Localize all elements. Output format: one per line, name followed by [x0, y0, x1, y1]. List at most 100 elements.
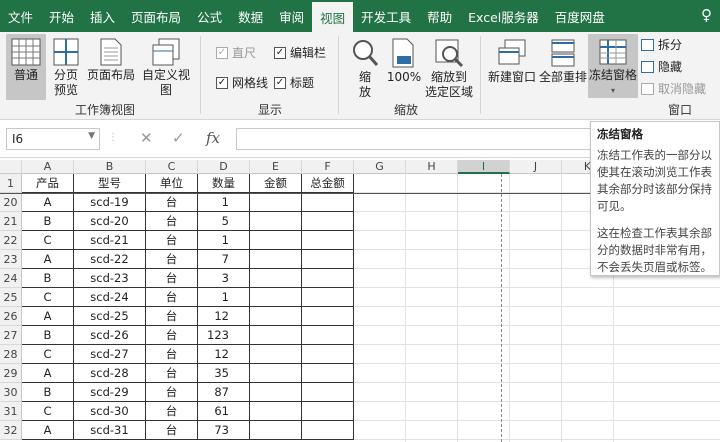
row-header[interactable]: 20 — [0, 193, 22, 212]
table-cell[interactable]: 台 — [146, 402, 198, 421]
split-button[interactable]: 拆分 — [641, 36, 682, 53]
table-cell[interactable]: 3 — [198, 269, 250, 288]
table-cell[interactable]: 台 — [146, 250, 198, 269]
table-cell[interactable]: 产品 — [22, 174, 74, 193]
table-cell[interactable]: scd-28 — [74, 364, 146, 383]
tab-3[interactable]: 页面布局 — [123, 0, 189, 32]
table-cell[interactable]: 台 — [146, 364, 198, 383]
table-cell[interactable]: scd-24 — [74, 288, 146, 307]
table-cell[interactable]: C — [22, 345, 74, 364]
table-cell[interactable] — [250, 421, 302, 440]
table-cell[interactable] — [250, 364, 302, 383]
tab-8[interactable]: 开发工具 — [353, 0, 419, 32]
select-all-corner[interactable] — [0, 160, 22, 174]
enter-icon[interactable]: ✓ — [172, 129, 185, 147]
table-cell[interactable]: B — [22, 383, 74, 402]
table-cell[interactable]: scd-30 — [74, 402, 146, 421]
table-cell[interactable] — [250, 288, 302, 307]
table-cell[interactable]: 台 — [146, 212, 198, 231]
tab-6[interactable]: 审阅 — [271, 0, 312, 32]
page-break-preview-button[interactable]: 分页 预览 — [48, 34, 84, 98]
cancel-icon[interactable]: ✕ — [140, 129, 153, 147]
column-header[interactable]: E — [250, 160, 302, 174]
tab-5[interactable]: 数据 — [230, 0, 271, 32]
table-cell[interactable]: A — [22, 364, 74, 383]
arrange-all-button[interactable]: 全部重排 — [538, 34, 588, 85]
table-cell[interactable]: 5 — [198, 212, 250, 231]
column-header[interactable]: A — [22, 160, 74, 174]
table-cell[interactable] — [250, 345, 302, 364]
column-header[interactable]: F — [302, 160, 354, 174]
table-cell[interactable]: B — [22, 269, 74, 288]
table-cell[interactable]: scd-22 — [74, 250, 146, 269]
table-cell[interactable]: scd-19 — [74, 193, 146, 212]
hide-button[interactable]: 隐藏 — [641, 58, 682, 75]
row-header[interactable]: 28 — [0, 345, 22, 364]
table-cell[interactable] — [250, 307, 302, 326]
table-cell[interactable]: C — [22, 231, 74, 250]
table-cell[interactable] — [250, 231, 302, 250]
headings-checkbox[interactable]: ✓ 标题 — [274, 74, 314, 91]
table-cell[interactable]: 台 — [146, 269, 198, 288]
tab-10[interactable]: Excel服务器 — [460, 0, 547, 32]
table-cell[interactable] — [302, 288, 354, 307]
row-header[interactable]: 1 — [0, 174, 22, 193]
column-header[interactable]: I — [458, 160, 510, 174]
lightbulb-icon[interactable]: ♀ — [701, 6, 712, 24]
tab-0[interactable]: 文件 — [0, 0, 41, 32]
table-cell[interactable] — [250, 383, 302, 402]
table-cell[interactable]: A — [22, 193, 74, 212]
table-cell[interactable]: 1 — [198, 288, 250, 307]
table-cell[interactable]: 台 — [146, 345, 198, 364]
zoom-to-selection-button[interactable]: 缩放到 选定区域 — [424, 34, 474, 100]
table-cell[interactable]: 台 — [146, 307, 198, 326]
table-cell[interactable]: 12 — [198, 345, 250, 364]
table-cell[interactable]: 数量 — [198, 174, 250, 193]
table-cell[interactable]: 台 — [146, 383, 198, 402]
freeze-panes-button[interactable]: 冻结窗格 ▾ — [588, 34, 638, 98]
table-cell[interactable]: A — [22, 421, 74, 440]
row-header[interactable]: 24 — [0, 269, 22, 288]
row-header[interactable]: 32 — [0, 421, 22, 440]
tab-7[interactable]: 视图 — [312, 2, 354, 32]
row-header[interactable]: 30 — [0, 383, 22, 402]
table-cell[interactable] — [250, 326, 302, 345]
table-cell[interactable]: 123 — [198, 326, 250, 345]
custom-views-button[interactable]: 自定义视图 — [138, 34, 194, 98]
table-cell[interactable] — [302, 269, 354, 288]
tab-9[interactable]: 帮助 — [419, 0, 460, 32]
table-cell[interactable]: 台 — [146, 288, 198, 307]
table-cell[interactable]: 单位 — [146, 174, 198, 193]
row-header[interactable]: 26 — [0, 307, 22, 326]
table-cell[interactable] — [302, 231, 354, 250]
table-cell[interactable] — [302, 307, 354, 326]
table-cell[interactable]: 35 — [198, 364, 250, 383]
zoom-100-button[interactable]: 100% — [384, 34, 424, 85]
table-cell[interactable]: 总金额 — [302, 174, 354, 193]
table-cell[interactable]: 台 — [146, 231, 198, 250]
table-cell[interactable] — [302, 345, 354, 364]
table-cell[interactable]: 1 — [198, 231, 250, 250]
tab-1[interactable]: 开始 — [41, 0, 82, 32]
row-header[interactable]: 23 — [0, 250, 22, 269]
page-layout-button[interactable]: 页面布局 — [86, 34, 136, 83]
normal-view-button[interactable]: 普通 — [6, 34, 46, 100]
table-cell[interactable]: 金额 — [250, 174, 302, 193]
table-cell[interactable]: 12 — [198, 307, 250, 326]
table-cell[interactable]: 型号 — [74, 174, 146, 193]
formula-bar-checkbox[interactable]: ✓ 编辑栏 — [274, 44, 326, 61]
table-cell[interactable]: B — [22, 326, 74, 345]
table-cell[interactable] — [250, 250, 302, 269]
table-cell[interactable]: 台 — [146, 193, 198, 212]
name-box[interactable]: I6 ▼ — [6, 128, 100, 150]
table-cell[interactable]: scd-21 — [74, 231, 146, 250]
row-header[interactable]: 21 — [0, 212, 22, 231]
table-cell[interactable] — [250, 193, 302, 212]
column-header[interactable]: J — [510, 160, 562, 174]
table-cell[interactable]: C — [22, 402, 74, 421]
table-cell[interactable] — [302, 364, 354, 383]
tab-2[interactable]: 插入 — [82, 0, 123, 32]
column-header[interactable]: H — [406, 160, 458, 174]
row-header[interactable]: 22 — [0, 231, 22, 250]
table-cell[interactable] — [302, 212, 354, 231]
